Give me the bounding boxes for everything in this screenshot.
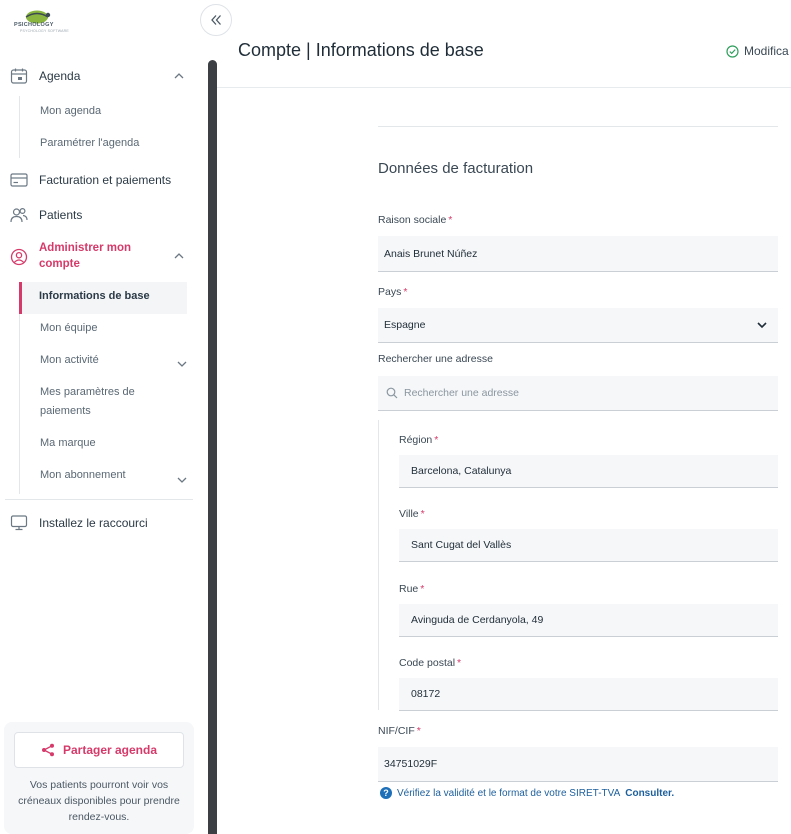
code-postal-label: Code postal * bbox=[399, 657, 462, 669]
sidebar-item-billing-label: Facturation et paiements bbox=[39, 173, 172, 187]
credit-card-icon bbox=[10, 173, 28, 187]
sidebar-sub-informations-de-base[interactable]: Informations de base bbox=[39, 287, 150, 306]
sidebar-scrollbar[interactable] bbox=[208, 60, 217, 834]
rue-label: Rue * bbox=[399, 583, 425, 595]
sidebar-sub-mon-activite[interactable]: Mon activité bbox=[40, 351, 99, 370]
search-address-placeholder: Rechercher une adresse bbox=[404, 387, 519, 399]
share-agenda-label: Partager agenda bbox=[62, 743, 158, 757]
search-address-input[interactable]: Rechercher une adresse bbox=[378, 376, 778, 411]
save-status-text: Modifica bbox=[744, 44, 789, 58]
calendar-icon bbox=[10, 68, 28, 84]
collapse-sidebar-button[interactable] bbox=[200, 4, 232, 36]
sidebar-item-patients-label: Patients bbox=[39, 208, 83, 222]
sidebar-item-patients[interactable]: Patients bbox=[0, 206, 196, 224]
users-icon bbox=[10, 207, 28, 223]
sidebar-sub-mon-abonnement[interactable]: Mon abonnement bbox=[40, 466, 126, 485]
double-chevron-left-icon bbox=[211, 15, 221, 25]
save-status: Modifica bbox=[726, 44, 789, 58]
agenda-subline bbox=[19, 96, 20, 158]
form-top-divider bbox=[378, 126, 778, 127]
sidebar-item-account[interactable]: Administrer mon compte bbox=[0, 240, 196, 272]
share-agenda-button[interactable]: Partager agenda bbox=[14, 732, 184, 768]
required-marker: * bbox=[420, 583, 425, 595]
logo-text: PSICHOLOGY bbox=[14, 22, 54, 28]
sidebar-sub-mes-parametres-de-paiements[interactable]: Mes paramètres de paiements bbox=[40, 383, 135, 421]
sidebar: PSICHOLOGY PSYCHOLOGY SOFTWARE Agenda Mo… bbox=[0, 0, 208, 834]
rue-field[interactable]: Avinguda de Cerdanyola, 49 bbox=[399, 604, 778, 637]
nif-cif-field[interactable]: 34751029F bbox=[378, 747, 778, 782]
required-marker: * bbox=[420, 508, 425, 520]
sidebar-item-agenda-label: Agenda bbox=[39, 69, 81, 83]
pays-label: Pays * bbox=[378, 286, 408, 298]
pays-select[interactable]: Espagne bbox=[378, 308, 778, 343]
section-title: Données de facturation bbox=[378, 160, 534, 177]
sidebar-sub-parametrer-agenda[interactable]: Paramétrer l'agenda bbox=[40, 134, 139, 153]
required-marker: * bbox=[457, 657, 462, 669]
question-icon: ? bbox=[380, 787, 392, 799]
region-label: Région * bbox=[399, 434, 439, 446]
chevron-down-icon[interactable] bbox=[177, 475, 187, 485]
required-marker: * bbox=[416, 725, 421, 737]
share-icon bbox=[41, 743, 54, 757]
consulter-link[interactable]: Consulter. bbox=[625, 788, 674, 799]
chevron-down-icon[interactable] bbox=[757, 320, 767, 330]
logo-subtext: PSYCHOLOGY SOFTWARE bbox=[20, 29, 69, 33]
search-icon bbox=[386, 387, 398, 399]
sidebar-item-shortcut-label: Installez le raccourci bbox=[39, 516, 148, 530]
sidebar-item-billing[interactable]: Facturation et paiements bbox=[0, 171, 196, 189]
chevron-up-icon[interactable] bbox=[174, 251, 184, 261]
siret-help-text: Vérifiez la validité et le format de vot… bbox=[397, 787, 621, 799]
required-marker: * bbox=[403, 286, 408, 298]
ville-label: Ville * bbox=[399, 508, 425, 520]
nif-cif-label: NIF/CIF * bbox=[378, 725, 421, 737]
header-divider bbox=[217, 87, 791, 88]
raison-sociale-field[interactable]: Anais Brunet Núñez bbox=[378, 236, 778, 272]
region-field[interactable]: Barcelona, Catalunya bbox=[399, 455, 778, 488]
code-postal-field[interactable]: 08172 bbox=[399, 678, 778, 711]
siret-help: ? Vérifiez la validité et le format de v… bbox=[380, 787, 674, 799]
ville-field[interactable]: Sant Cugat del Vallès bbox=[399, 529, 778, 562]
user-circle-icon bbox=[10, 248, 28, 266]
chevron-down-icon[interactable] bbox=[177, 359, 187, 369]
sidebar-item-agenda[interactable]: Agenda bbox=[0, 67, 196, 85]
raison-sociale-label: Raison sociale * bbox=[378, 214, 453, 226]
active-indicator bbox=[19, 282, 22, 314]
required-marker: * bbox=[448, 214, 453, 226]
share-description: Vos patients pourront voir vos créneaux … bbox=[18, 779, 180, 823]
sidebar-sub-ma-marque[interactable]: Ma marque bbox=[40, 434, 96, 453]
sidebar-sub-mon-agenda[interactable]: Mon agenda bbox=[40, 102, 101, 121]
sidebar-divider bbox=[5, 499, 193, 500]
required-marker: * bbox=[434, 434, 439, 446]
check-circle-icon bbox=[726, 44, 739, 58]
chevron-up-icon[interactable] bbox=[174, 71, 184, 81]
search-address-label: Rechercher une adresse bbox=[378, 353, 493, 365]
address-group-line bbox=[378, 420, 379, 710]
sidebar-item-account-label: Administrer mon compte bbox=[39, 242, 132, 270]
sidebar-sub-mon-equipe[interactable]: Mon équipe bbox=[40, 319, 98, 338]
monitor-icon bbox=[10, 515, 28, 531]
page-title: Compte | Informations de base bbox=[238, 40, 484, 60]
sidebar-item-shortcut[interactable]: Installez le raccourci bbox=[0, 514, 196, 532]
